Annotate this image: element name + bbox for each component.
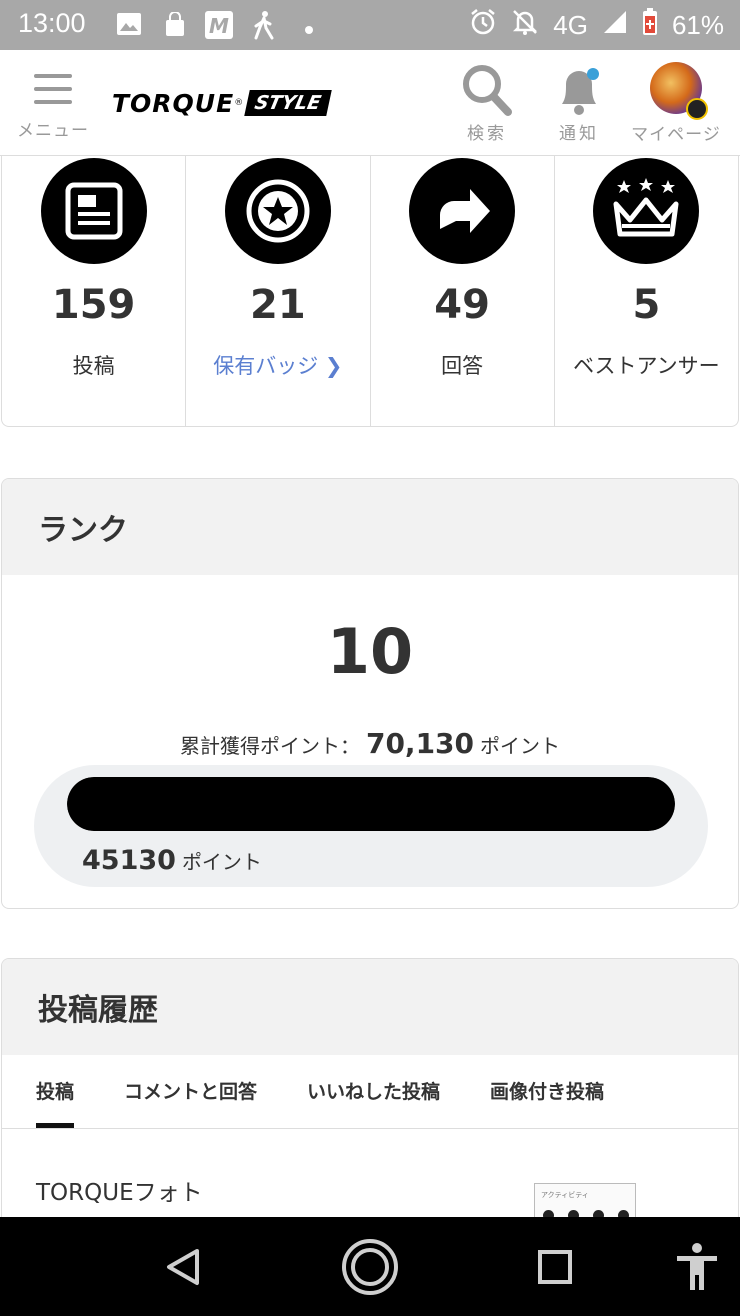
stat-label: 投稿 xyxy=(72,354,115,378)
rank-card: ランク 10 累計獲得ポイント： 70,130 ポイント 45130 ポイント xyxy=(1,478,739,909)
alarm-icon xyxy=(469,8,497,43)
stat-value: 159 xyxy=(51,282,136,328)
progress-fill xyxy=(67,777,675,831)
rank-level: 10 xyxy=(326,615,414,688)
badge-star-icon xyxy=(224,158,331,264)
walking-icon xyxy=(252,10,276,44)
recents-icon[interactable] xyxy=(522,1217,588,1316)
logo-torque: TORQUE xyxy=(112,88,235,118)
stats-row: 159 投稿 21 保有バッジ ❯ 49 回答 5 ベストアンサー xyxy=(1,156,739,427)
stat-value: 21 xyxy=(250,282,306,328)
image-icon xyxy=(116,12,142,40)
hamburger-icon xyxy=(34,74,72,113)
badges-link[interactable]: 保有バッジ ❯ xyxy=(186,350,369,380)
mypage-button[interactable]: マイページ xyxy=(630,62,722,145)
article-icon xyxy=(40,158,147,264)
current-points: 45130 ポイント xyxy=(82,845,262,876)
battery-level: 61% xyxy=(671,10,724,40)
svg-text:M: M xyxy=(209,14,229,38)
stat-label: ベストアンサー xyxy=(573,354,720,378)
back-icon[interactable] xyxy=(150,1217,216,1316)
stat-label: 回答 xyxy=(441,354,484,378)
stat-badges[interactable]: 21 保有バッジ ❯ xyxy=(186,156,371,426)
progress-track xyxy=(67,777,675,831)
post-title: TORQUEフォト xyxy=(36,1180,203,1206)
stat-answers[interactable]: 49 回答 xyxy=(371,156,555,426)
rank-badge-icon xyxy=(686,98,708,120)
tab-image-posts[interactable]: 画像付き投稿 xyxy=(490,1055,604,1128)
notifications-button[interactable]: 通知 xyxy=(548,62,610,144)
notification-dot xyxy=(587,68,599,80)
stat-value: 49 xyxy=(434,282,490,328)
m-app-icon: M xyxy=(204,10,234,44)
network-label: 4G xyxy=(553,10,588,40)
avatar xyxy=(650,62,708,120)
stat-label: 保有バッジ xyxy=(213,354,319,378)
history-tabs: 投稿 コメントと回答 いいねした投稿 画像付き投稿 xyxy=(2,1055,738,1129)
tab-posts[interactable]: 投稿 xyxy=(36,1055,75,1128)
thumbnail-caption: アクティビティ xyxy=(541,1191,589,1199)
logo-registered-mark: ® xyxy=(234,98,244,108)
menu-label: メニュー xyxy=(17,121,89,141)
mute-icon xyxy=(511,8,539,43)
status-bar: 13:00 M 4G 61% xyxy=(0,0,740,50)
logo-style: STYLE xyxy=(244,90,332,116)
accessibility-icon[interactable] xyxy=(666,1217,728,1316)
total-points-value: 70,130 xyxy=(365,727,475,760)
current-points-value: 45130 xyxy=(82,845,176,876)
signal-icon xyxy=(602,9,628,42)
post-history-card: 投稿履歴 投稿 コメントと回答 いいねした投稿 画像付き投稿 TORQUEフォト… xyxy=(1,958,739,1258)
dot-icon xyxy=(304,20,314,39)
tab-comments-answers[interactable]: コメントと回答 xyxy=(124,1055,257,1128)
stat-value: 5 xyxy=(632,282,661,328)
chevron-right-icon: ❯ xyxy=(324,354,343,378)
menu-button[interactable]: メニュー xyxy=(16,68,90,141)
stat-best-answers[interactable]: 5 ベストアンサー xyxy=(555,156,738,426)
search-button[interactable]: 検索 xyxy=(456,62,518,144)
clock: 13:00 xyxy=(18,8,86,38)
battery-icon xyxy=(642,8,658,43)
total-points: 累計獲得ポイント： 70,130 ポイント xyxy=(2,727,738,760)
rank-progress: 45130 ポイント xyxy=(34,765,708,887)
current-points-unit: ポイント xyxy=(181,850,262,874)
rank-title: ランク xyxy=(2,479,738,575)
crown-icon xyxy=(593,158,700,264)
history-title: 投稿履歴 xyxy=(2,959,738,1055)
tab-liked-posts[interactable]: いいねした投稿 xyxy=(307,1055,440,1128)
mypage-label: マイページ xyxy=(631,125,721,145)
home-icon[interactable] xyxy=(330,1217,410,1316)
shopping-icon xyxy=(162,11,188,42)
stat-posts[interactable]: 159 投稿 xyxy=(2,156,187,426)
total-points-unit: ポイント xyxy=(480,734,561,758)
reply-arrow-icon xyxy=(409,158,516,264)
bell-icon xyxy=(554,62,604,123)
system-nav-bar xyxy=(0,1217,740,1316)
total-points-label: 累計獲得ポイント： xyxy=(179,734,360,758)
site-logo[interactable]: TORQUE ® STYLE xyxy=(112,86,332,120)
app-header: メニュー TORQUE ® STYLE 検索 通知 マイページ xyxy=(0,50,740,156)
